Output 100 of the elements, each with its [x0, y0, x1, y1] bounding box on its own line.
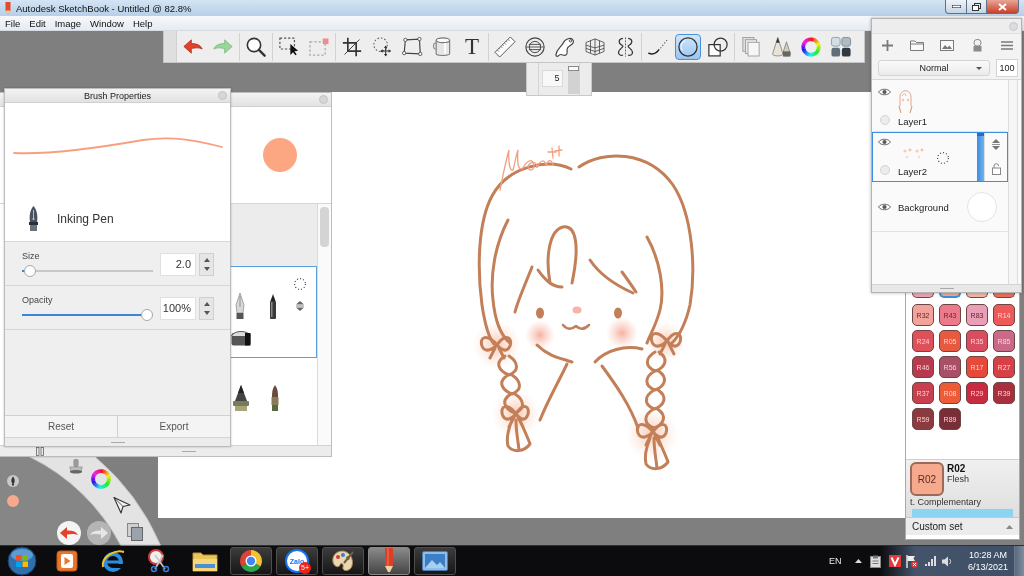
- slider-thumb[interactable]: [141, 309, 153, 321]
- caret-down-icon: [976, 66, 982, 70]
- ellipse-tool[interactable]: [675, 33, 701, 60]
- layer-row[interactable]: Background: [872, 182, 1008, 232]
- color-dot-icon[interactable]: [7, 495, 19, 507]
- brush-tip-icon[interactable]: [270, 385, 280, 411]
- chevron-up-icon[interactable]: [855, 559, 862, 563]
- language-indicator[interactable]: EN: [829, 556, 843, 566]
- window-title: Autodesk SketchBook - Untitled @ 82.8%: [16, 2, 192, 14]
- close-button[interactable]: [987, 0, 1019, 14]
- resize-grip[interactable]: [872, 284, 1021, 292]
- picture-icon: [422, 551, 448, 571]
- clipboard-icon[interactable]: [870, 554, 881, 568]
- current-color-swatch[interactable]: R02: [910, 462, 944, 496]
- size-field[interactable]: 5: [542, 70, 564, 87]
- symmetry-icon: [616, 36, 634, 57]
- menu-item[interactable]: Help: [128, 17, 158, 29]
- flag-icon[interactable]: [906, 554, 918, 568]
- scrollbar-thumb[interactable]: [320, 207, 329, 247]
- scrollbar-track[interactable]: [1008, 80, 1018, 284]
- layer-row[interactable]: Layer2: [872, 132, 1008, 182]
- panel-button[interactable]: Export: [118, 416, 230, 437]
- color-wheel-icon: [801, 36, 821, 57]
- french-curve-icon: [555, 36, 575, 57]
- redo-icon: [213, 39, 233, 54]
- menu-item[interactable]: Edit: [25, 17, 51, 29]
- pages-icon: [742, 36, 760, 57]
- close-icon: [998, 2, 1007, 11]
- lock-open-icon[interactable]: [991, 162, 1001, 175]
- value-field[interactable]: 100%: [160, 297, 196, 320]
- plus-icon[interactable]: [881, 39, 893, 51]
- layer-name: Layer1: [898, 116, 929, 127]
- taskbar-button[interactable]: [230, 547, 272, 575]
- restore-icon: [972, 2, 981, 11]
- cone-brush-icon[interactable]: [232, 385, 250, 411]
- size-slider[interactable]: [568, 66, 579, 94]
- marker-block-icon[interactable]: [231, 330, 251, 346]
- minimize-icon: [951, 5, 961, 8]
- slider-thumb[interactable]: [24, 265, 37, 277]
- layer-thumbnail: [902, 147, 924, 159]
- slider-track[interactable]: [22, 309, 153, 321]
- eye-icon[interactable]: [878, 138, 891, 146]
- selection-arrow-icon: [279, 37, 299, 56]
- speaker-icon[interactable]: [942, 555, 952, 567]
- updown-arrows-icon[interactable]: [991, 139, 1001, 151]
- pen-nib-icon[interactable]: [235, 293, 245, 319]
- panel-title: Brush Properties: [84, 90, 151, 101]
- brush-tips-icon: [771, 36, 791, 57]
- scrollbar-track[interactable]: [317, 204, 331, 445]
- eye-icon[interactable]: [878, 88, 891, 96]
- slider-thumb[interactable]: [568, 66, 580, 71]
- color-name: Flesh: [947, 474, 969, 485]
- slider-track[interactable]: [22, 265, 153, 277]
- circle-icon: [678, 36, 698, 57]
- toggle-circle-icon[interactable]: [879, 165, 890, 175]
- minimize-button[interactable]: [945, 0, 967, 14]
- toggle-circle-icon[interactable]: [879, 115, 890, 125]
- stepper-button[interactable]: [199, 297, 214, 320]
- dotted-circle-icon[interactable]: [937, 152, 949, 164]
- taskbar-button[interactable]: [414, 547, 456, 575]
- handle-icon[interactable]: [36, 446, 44, 456]
- menu-item[interactable]: Window: [86, 17, 129, 29]
- folder-icon[interactable]: [910, 39, 924, 51]
- value-field[interactable]: 2.0: [160, 253, 196, 276]
- pointer-icon[interactable]: [113, 496, 131, 514]
- complementary-label: t. Complementary: [910, 497, 983, 508]
- color-wheel-icon[interactable]: [91, 469, 111, 489]
- eye-icon[interactable]: [878, 203, 891, 211]
- image-icon[interactable]: [940, 39, 954, 51]
- toolbar-grip[interactable]: [164, 31, 177, 62]
- marker-icon[interactable]: [268, 293, 278, 319]
- pages-icon[interactable]: [127, 523, 143, 541]
- blend-mode-dropdown[interactable]: Normal: [878, 59, 990, 76]
- magnifier-icon: [246, 36, 266, 57]
- bucket-icon: [433, 36, 451, 57]
- eraser-icon[interactable]: [972, 38, 982, 52]
- menu-icon[interactable]: [1001, 40, 1013, 50]
- color-circle-icon[interactable]: [263, 138, 297, 172]
- menu-item[interactable]: File: [1, 17, 26, 29]
- stamp-icon[interactable]: [68, 458, 84, 474]
- triangle-down-icon: [203, 266, 210, 271]
- restore-button[interactable]: [967, 0, 987, 14]
- caret-up-icon: [1006, 524, 1013, 529]
- stepper-button[interactable]: [199, 253, 214, 276]
- panel-button[interactable]: Reset: [5, 416, 118, 437]
- menu-item[interactable]: Image: [50, 17, 87, 29]
- text-tool[interactable]: T: [459, 33, 485, 60]
- updown-arrows-icon[interactable]: [295, 301, 305, 311]
- undo-icon[interactable]: [57, 521, 81, 545]
- triangle-up-icon: [203, 302, 210, 307]
- v-tile-icon[interactable]: [889, 555, 901, 567]
- taskbar-button[interactable]: [322, 547, 364, 575]
- resize-grip[interactable]: [5, 437, 230, 446]
- background-color-icon[interactable]: [967, 192, 997, 222]
- opacity-field[interactable]: 100: [996, 58, 1018, 77]
- signal-bars-icon[interactable]: [925, 556, 937, 566]
- color-set-selector[interactable]: Custom set: [906, 517, 1019, 535]
- pen-icon[interactable]: [7, 475, 19, 487]
- move-icon: [372, 36, 392, 57]
- clock[interactable]: 10:28 AM 6/13/2021: [962, 549, 1014, 573]
